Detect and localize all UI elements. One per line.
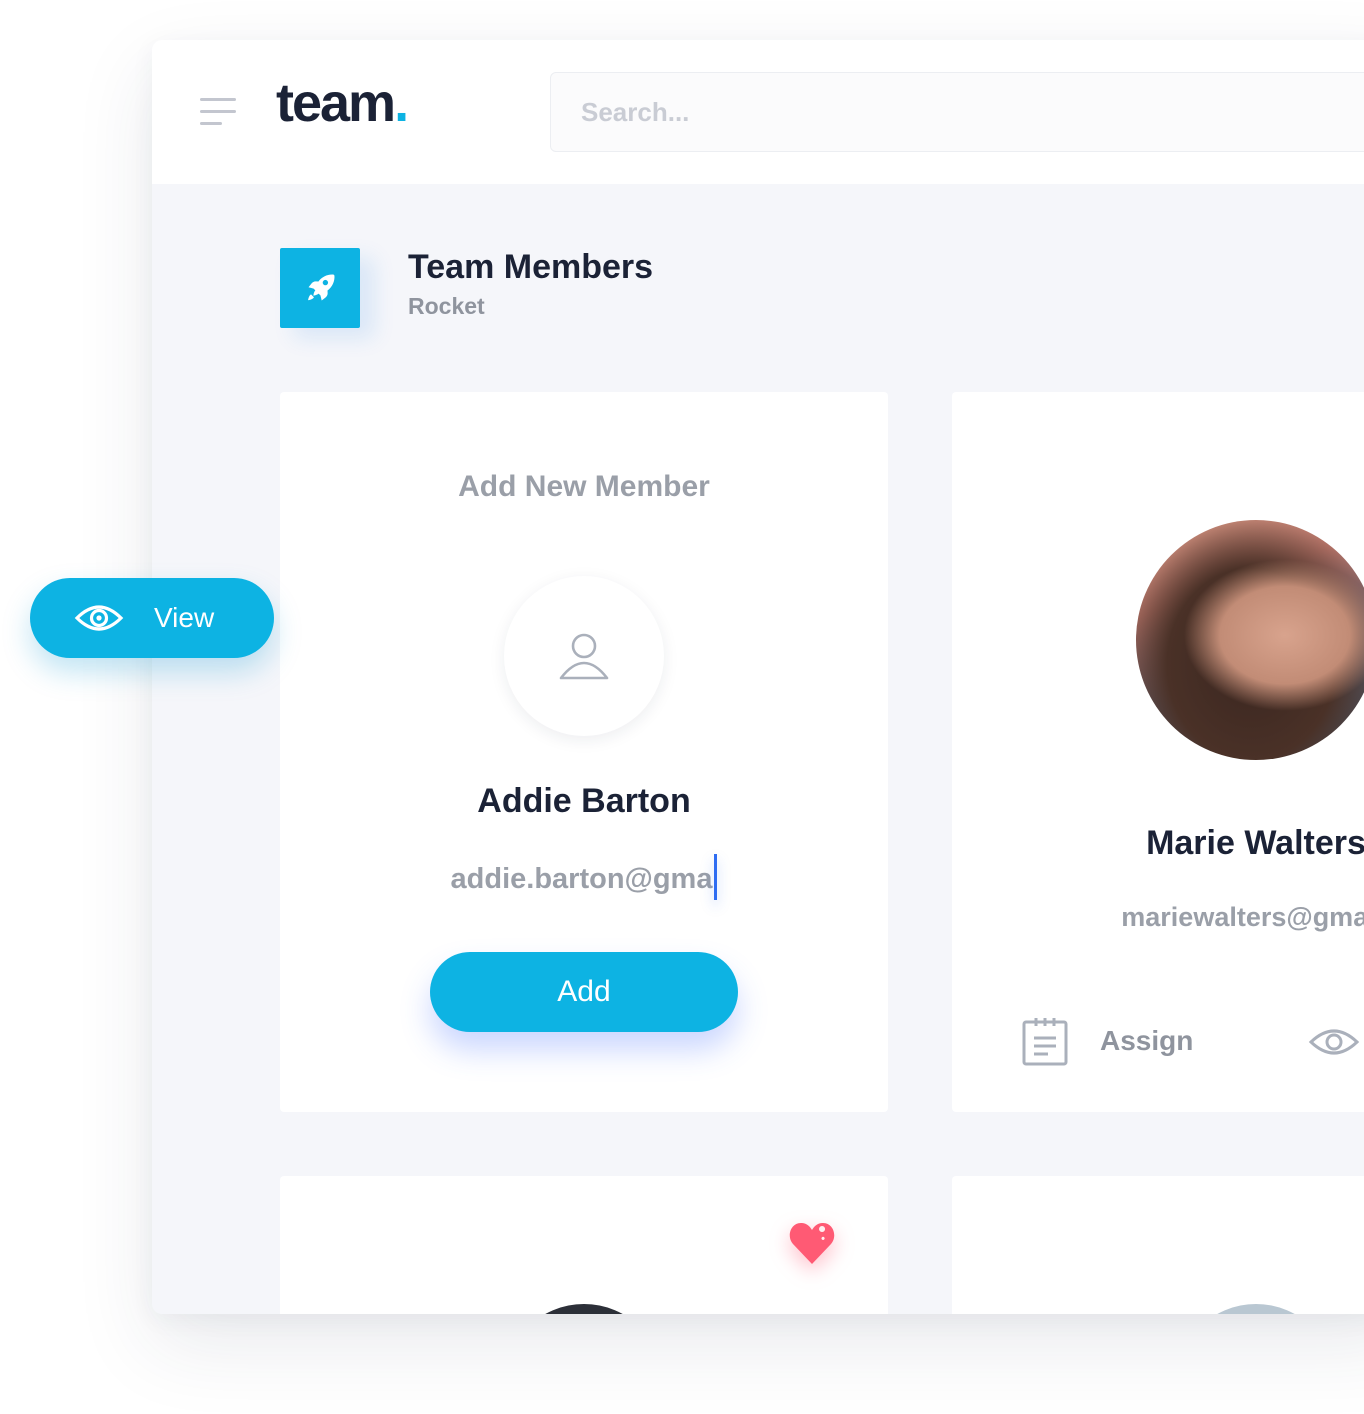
page-title: Team Members bbox=[408, 248, 654, 286]
text-caret bbox=[714, 854, 718, 900]
new-member-name[interactable]: Addie Barton bbox=[280, 782, 888, 821]
clipboard-icon bbox=[1022, 1018, 1068, 1066]
app-window: team. Team Members Rocket Add New Member… bbox=[152, 40, 1364, 1314]
view-button-label: View bbox=[154, 602, 215, 633]
member-card bbox=[280, 1176, 888, 1314]
view-button[interactable]: View bbox=[30, 578, 274, 658]
add-member-title: Add New Member bbox=[458, 470, 710, 503]
add-button[interactable]: Add bbox=[430, 952, 738, 1032]
eye-icon bbox=[74, 605, 124, 631]
member-name: Marie Walters bbox=[1146, 824, 1364, 862]
avatar-upload[interactable] bbox=[504, 576, 664, 736]
view-member-button[interactable] bbox=[1308, 1026, 1360, 1058]
member-card: Marie Walters mariewalters@gmail. Assign bbox=[952, 392, 1364, 1112]
heart-icon[interactable] bbox=[788, 1220, 836, 1266]
app-header: team. bbox=[152, 40, 1364, 184]
email-field[interactable]: addie.barton@gma bbox=[280, 854, 888, 900]
app-logo[interactable]: team. bbox=[276, 76, 409, 130]
assign-button[interactable]: Assign bbox=[1022, 1016, 1193, 1066]
avatar[interactable] bbox=[504, 1304, 664, 1314]
member-email: mariewalters@gmail. bbox=[1121, 902, 1364, 932]
rocket-icon bbox=[280, 248, 360, 328]
member-card bbox=[952, 1176, 1364, 1314]
page-subtitle: Rocket bbox=[408, 293, 485, 319]
avatar[interactable] bbox=[1136, 520, 1364, 760]
eye-icon bbox=[1308, 1029, 1360, 1055]
user-icon bbox=[559, 633, 609, 680]
email-field-value: addie.barton@gma bbox=[450, 863, 713, 895]
avatar[interactable] bbox=[1176, 1304, 1336, 1314]
add-member-card: Add New Member Addie Barton addie.barton… bbox=[280, 392, 888, 1112]
assign-label: Assign bbox=[1100, 1025, 1194, 1056]
search-input[interactable] bbox=[550, 72, 1364, 152]
hamburger-menu-icon[interactable] bbox=[200, 98, 236, 126]
